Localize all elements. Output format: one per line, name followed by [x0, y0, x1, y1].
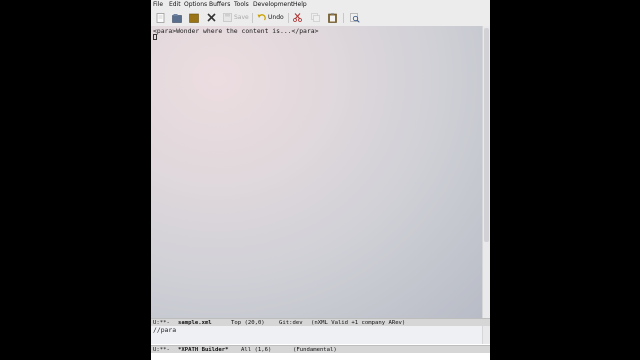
tool-bar: Save Undo	[151, 10, 490, 27]
close-icon	[207, 13, 216, 22]
text-cursor	[153, 34, 157, 40]
emacs-frame: File Edit Options Buffers Tools Developm…	[151, 0, 490, 360]
menu-tools[interactable]: Tools	[234, 1, 249, 8]
xpath-expression: //para	[153, 326, 177, 334]
editor-buffer[interactable]: <para>Wonder where the content is...</pa…	[151, 26, 482, 318]
toolbar-separator	[252, 13, 253, 23]
menu-edit[interactable]: Edit	[169, 1, 181, 8]
toolbar-separator	[288, 13, 289, 23]
new-file-button[interactable]	[156, 12, 165, 23]
new-file-icon	[156, 12, 165, 23]
save-button[interactable]: Save	[223, 12, 249, 23]
dired-button[interactable]	[189, 12, 199, 23]
menu-options[interactable]: Options	[184, 1, 207, 8]
xml-line: <para>Wonder where the content is...</pa…	[153, 27, 319, 35]
menu-file[interactable]: File	[153, 1, 163, 8]
scissors-icon	[293, 13, 302, 22]
paste-button[interactable]	[328, 12, 337, 23]
cut-button[interactable]	[293, 12, 302, 23]
undo-icon	[257, 14, 266, 21]
xpath-scrollbar[interactable]	[482, 326, 490, 344]
save-icon	[223, 13, 232, 22]
editor-scrollbar[interactable]	[482, 26, 490, 318]
menu-buffers[interactable]: Buffers	[209, 1, 230, 8]
toolbar-separator	[343, 13, 344, 23]
echo-area[interactable]	[151, 353, 490, 360]
menu-development[interactable]: Development	[253, 1, 293, 8]
undo-label: Undo	[268, 14, 284, 21]
menu-bar: File Edit Options Buffers Tools Developm…	[151, 0, 490, 10]
undo-button[interactable]: Undo	[257, 12, 284, 23]
open-folder-button[interactable]	[172, 12, 182, 23]
copy-icon	[311, 13, 320, 22]
save-label: Save	[234, 14, 249, 21]
paste-icon	[328, 12, 337, 23]
folder-dired-icon	[189, 13, 199, 23]
search-icon	[350, 12, 360, 23]
menu-help[interactable]: Help	[293, 1, 307, 8]
copy-button[interactable]	[311, 12, 320, 23]
scrollbar-thumb[interactable]	[484, 28, 489, 242]
close-buffer-button[interactable]	[207, 12, 216, 23]
xpath-builder-window[interactable]: //para	[151, 326, 482, 344]
folder-icon	[172, 13, 182, 23]
search-button[interactable]	[350, 12, 360, 23]
